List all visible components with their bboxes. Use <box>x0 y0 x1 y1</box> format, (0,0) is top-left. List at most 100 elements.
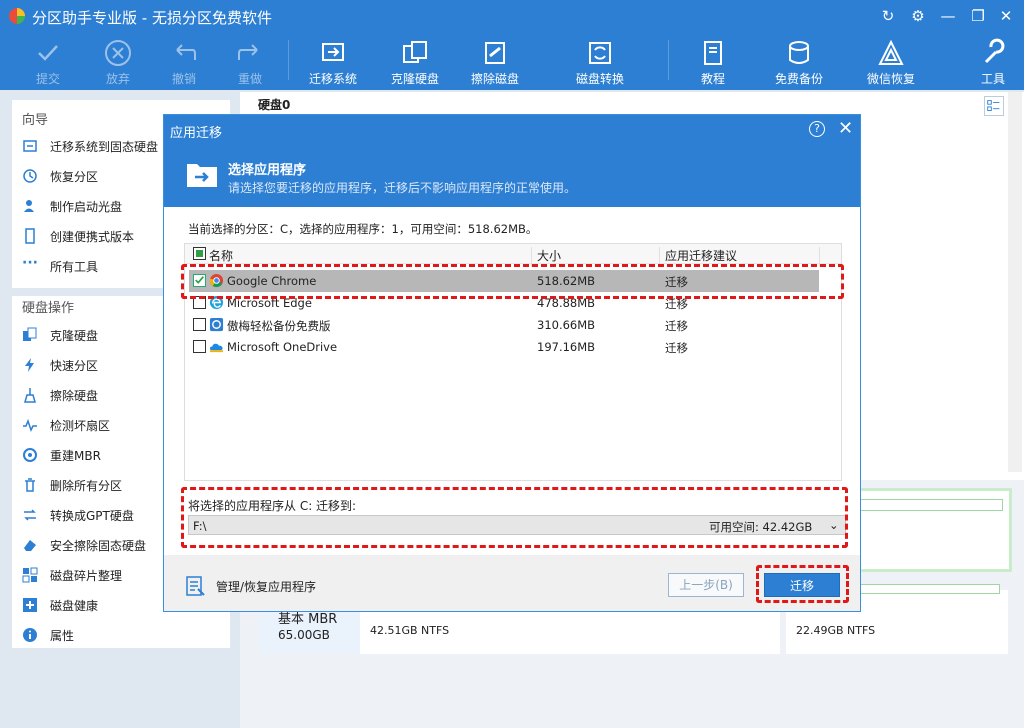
health-plus-icon <box>23 598 37 612</box>
wipe-disk-icon <box>485 42 505 64</box>
wipe-disk-button[interactable]: 擦除磁盘 <box>468 34 522 88</box>
destination-label: 将选择的应用程序从 C: 迁移到: <box>188 499 357 513</box>
broom-icon <box>24 388 36 403</box>
edge-icon <box>209 295 224 310</box>
user-disc-icon <box>24 200 34 212</box>
app-size: 310.66MB <box>537 318 596 332</box>
app-name: Microsoft OneDrive <box>227 340 338 354</box>
app-row[interactable]: Google Chrome 518.62MB 迁移 <box>189 270 819 292</box>
clone-disk-icon <box>403 41 427 63</box>
convert-disk-icon <box>589 42 611 64</box>
app-name: 傲梅轻松备份免费版 <box>227 319 331 333</box>
eraser-icon <box>24 540 36 551</box>
col-name[interactable]: 名称 <box>209 247 233 264</box>
undo-button[interactable]: 撤销 <box>164 34 204 88</box>
app-row[interactable]: 傲梅轻松备份免费版 310.66MB 迁移 <box>185 314 841 336</box>
app-size: 197.16MB <box>537 340 596 354</box>
backupper-icon <box>209 317 224 332</box>
rebuild-icon <box>23 448 37 462</box>
app-row[interactable]: Microsoft Edge 478.88MB 迁移 <box>185 292 841 314</box>
tools-button[interactable]: 工具 <box>976 34 1010 88</box>
view-toggle-button[interactable] <box>984 96 1004 116</box>
app-checkbox[interactable] <box>193 274 206 287</box>
destination-value: F:\ <box>193 519 207 533</box>
pulse-icon <box>23 418 37 432</box>
column-divider <box>531 247 532 267</box>
app-name: Google Chrome <box>227 274 317 288</box>
app-name: Microsoft Edge <box>227 296 312 310</box>
app-checkbox[interactable] <box>193 340 206 353</box>
col-advice[interactable]: 应用迁移建议 <box>665 247 737 264</box>
dialog-header-subtitle: 请选择您要迁移的应用程序，迁移后不影响应用程序的正常使用。 <box>228 181 577 195</box>
close-icon[interactable]: ✕ <box>996 6 1016 26</box>
dialog-body: 当前选择的分区：C，选择的应用程序：1，可用空间：518.62MB。 名称 大小… <box>164 207 860 555</box>
app-advice: 迁移 <box>665 275 688 289</box>
app-logo-icon <box>9 8 25 24</box>
check-icon <box>38 45 58 61</box>
check-icon <box>195 276 204 284</box>
convert-disk-button[interactable]: 磁盘转换 <box>572 34 628 88</box>
previous-button[interactable]: 上一步(B) <box>668 573 744 597</box>
undo-icon <box>176 44 196 60</box>
manage-apps-icon <box>186 576 205 596</box>
minimize-icon[interactable]: — <box>938 6 958 26</box>
disk-ops-section-title: 硬盘操作 <box>22 301 75 316</box>
dialog-footer: 管理/恢复应用程序 上一步(B) 迁移 <box>164 555 860 611</box>
refresh-icon[interactable]: ↻ <box>878 6 898 26</box>
disk0-label: 硬盘0 <box>258 98 291 112</box>
migrate-os-button[interactable]: 迁移系统 <box>306 34 360 88</box>
migrate-os-icon <box>322 43 344 61</box>
help-icon[interactable]: ? <box>809 121 825 137</box>
title-bar: 分区助手专业版 - 无损分区免费软件 ↻ ⚙ — ❐ ✕ <box>0 0 1024 32</box>
toolbar-divider <box>668 40 669 80</box>
redo-button[interactable]: 重做 <box>230 34 270 88</box>
book-icon <box>704 41 722 65</box>
app-migration-dialog: 应用迁移 ? ✕ 选择应用程序 请选择您要迁移的应用程序，迁移后不影响应用程序的… <box>163 114 861 612</box>
defrag-icon <box>22 567 38 583</box>
select-all-checkbox[interactable] <box>193 247 206 260</box>
settings-icon[interactable]: ⚙ <box>908 6 928 26</box>
wrench-icon <box>984 38 1005 64</box>
dialog-close-icon[interactable]: ✕ <box>838 119 853 139</box>
app-list: 名称 大小 应用迁移建议 Google Chrome 518.62MB 迁移 M… <box>184 243 842 481</box>
free-backup-button[interactable]: 免费备份 <box>772 34 826 88</box>
column-divider <box>819 247 820 267</box>
cancel-icon <box>105 40 131 66</box>
backup-icon <box>789 41 809 64</box>
chrome-icon <box>209 273 224 288</box>
sidebar-item-properties[interactable]: 属性 <box>22 624 222 646</box>
destination-select[interactable]: F:\ 可用空间: 42.42GB ⌄ <box>188 515 846 535</box>
partial-check-mark <box>196 250 203 257</box>
app-checkbox[interactable] <box>193 318 206 331</box>
wechat-recovery-button[interactable]: 微信恢复 <box>864 34 918 88</box>
app-list-header: 名称 大小 应用迁移建议 <box>185 244 841 267</box>
tutorial-button[interactable]: 教程 <box>696 34 730 88</box>
discard-button[interactable]: 放弃 <box>98 34 138 88</box>
app-advice: 迁移 <box>665 319 688 333</box>
main-scrollbar[interactable] <box>1008 92 1022 472</box>
lightning-icon <box>25 358 34 372</box>
recovery-icon <box>878 39 904 65</box>
dialog-header: 选择应用程序 请选择您要迁移的应用程序，迁移后不影响应用程序的正常使用。 <box>164 145 860 207</box>
onedrive-icon <box>209 343 224 353</box>
col-size[interactable]: 大小 <box>537 247 561 264</box>
toolbar-divider <box>288 40 289 80</box>
commit-button[interactable]: 提交 <box>28 34 68 88</box>
app-checkbox[interactable] <box>193 296 206 309</box>
migrate-button[interactable]: 迁移 <box>764 573 840 597</box>
toolbar: 提交 放弃 撤销 重做 迁移系统 克隆硬盘 擦除磁盘 磁盘转换 教程 免费备份 … <box>0 32 1024 90</box>
convert-icon <box>24 509 36 521</box>
info-icon <box>23 628 37 642</box>
app-row[interactable]: Microsoft OneDrive 197.16MB 迁移 <box>185 336 841 358</box>
restore-icon[interactable]: ❐ <box>968 6 988 26</box>
dialog-header-title: 选择应用程序 <box>228 163 307 178</box>
destination-free-space: 可用空间: 42.42GB <box>709 520 813 534</box>
clone-icon <box>23 327 37 341</box>
list-view-icon <box>987 100 1000 111</box>
clone-disk-button[interactable]: 克隆硬盘 <box>388 34 442 88</box>
more-dots-icon: ··· <box>22 255 38 271</box>
dialog-title: 应用迁移 <box>170 126 223 141</box>
app-title: 分区助手专业版 - 无损分区免费软件 <box>32 9 272 27</box>
app-size: 518.62MB <box>537 274 596 288</box>
app-size: 478.88MB <box>537 296 596 310</box>
